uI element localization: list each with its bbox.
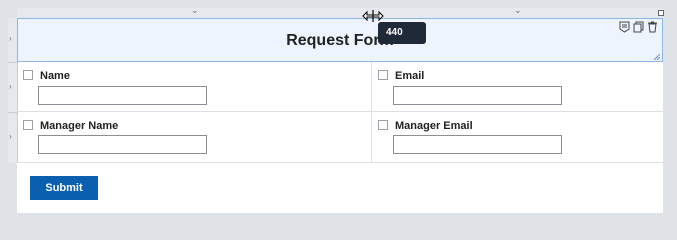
field-cell-manager-email: Manager Email xyxy=(372,112,663,162)
name-input[interactable] xyxy=(38,86,207,105)
delete-icon[interactable] xyxy=(647,21,658,33)
field-label: Name xyxy=(40,70,70,82)
field-label: Manager Email xyxy=(395,120,473,132)
field-cell-email: Email xyxy=(372,62,663,112)
field-cell-manager-name: Manager Name xyxy=(17,112,372,162)
row-chevron-icon[interactable]: › xyxy=(9,34,12,43)
form-header[interactable]: Request Form xyxy=(17,18,663,62)
selection-handle[interactable] xyxy=(658,10,664,16)
field-label: Email xyxy=(395,70,425,82)
column-chevron-icon[interactable]: ⌄ xyxy=(191,5,199,16)
field-label: Manager Name xyxy=(40,120,119,132)
manager-name-input[interactable] xyxy=(38,135,207,154)
field-select-checkbox[interactable] xyxy=(378,120,388,130)
row-separator xyxy=(8,112,17,113)
width-tooltip: 440 xyxy=(378,22,426,44)
properties-icon[interactable] xyxy=(619,21,630,33)
form-title: Request Form xyxy=(286,32,394,49)
email-input[interactable] xyxy=(393,86,562,105)
manager-email-input[interactable] xyxy=(393,135,562,154)
field-cell-name: Name xyxy=(17,62,372,112)
row-chevron-icon[interactable]: › xyxy=(9,82,12,91)
field-select-checkbox[interactable] xyxy=(378,70,388,80)
form-fields-grid: Name Email Manager Name Manager Email xyxy=(17,62,663,163)
resize-grip-icon[interactable] xyxy=(654,54,660,60)
row-chevron-icon[interactable]: › xyxy=(9,132,12,141)
field-select-checkbox[interactable] xyxy=(23,70,33,80)
horizontal-resize-cursor-icon xyxy=(362,10,384,22)
row-separator xyxy=(8,62,17,63)
field-select-checkbox[interactable] xyxy=(23,120,33,130)
copy-icon[interactable] xyxy=(633,21,644,33)
header-actions xyxy=(619,21,658,33)
column-chevron-icon[interactable]: ⌄ xyxy=(514,5,522,16)
submit-button[interactable]: Submit xyxy=(30,176,98,200)
